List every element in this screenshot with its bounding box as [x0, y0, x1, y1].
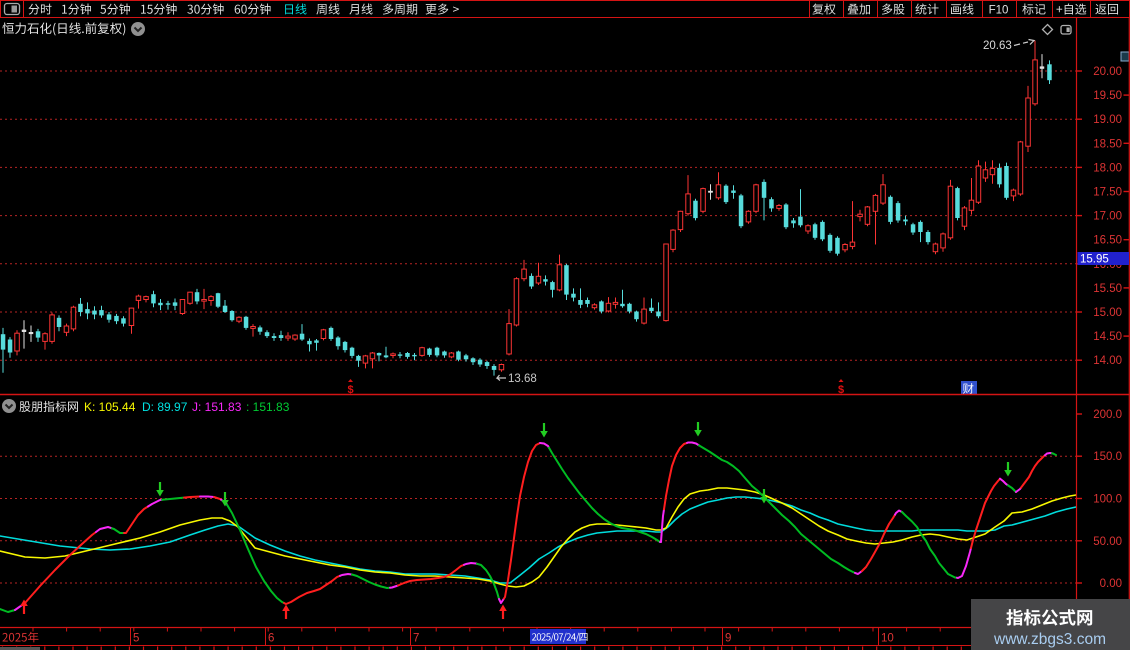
- svg-text:20.00: 20.00: [1093, 66, 1122, 78]
- svg-text:: 151.83: : 151.83: [246, 400, 290, 414]
- svg-text:19.50: 19.50: [1093, 90, 1122, 102]
- svg-text:50.00: 50.00: [1093, 536, 1122, 548]
- svg-text:15.95: 15.95: [1080, 254, 1109, 266]
- svg-text:J: 151.83: J: 151.83: [192, 400, 242, 414]
- svg-text:17.50: 17.50: [1093, 187, 1122, 199]
- svg-text:www.zbgs3.com: www.zbgs3.com: [993, 631, 1106, 648]
- svg-text:14.00: 14.00: [1093, 355, 1122, 367]
- svg-text:10: 10: [881, 633, 894, 645]
- svg-text:15.50: 15.50: [1093, 283, 1122, 295]
- svg-text:18.50: 18.50: [1093, 138, 1122, 150]
- svg-text:16.50: 16.50: [1093, 235, 1122, 247]
- svg-text:7: 7: [413, 633, 419, 645]
- svg-text:13.68: 13.68: [508, 373, 537, 385]
- svg-text:200.0: 200.0: [1093, 409, 1122, 421]
- svg-text:19.00: 19.00: [1093, 114, 1122, 126]
- svg-text:5: 5: [133, 633, 139, 645]
- svg-text:F10: F10: [989, 4, 1009, 16]
- svg-text:20.63: 20.63: [983, 40, 1012, 52]
- svg-text:9: 9: [725, 633, 731, 645]
- svg-text:18.00: 18.00: [1093, 162, 1122, 174]
- svg-text:D: 89.97: D: 89.97: [142, 400, 188, 414]
- svg-text:100.0: 100.0: [1093, 494, 1122, 506]
- svg-text:K: 105.44: K: 105.44: [84, 400, 136, 414]
- svg-text:17.00: 17.00: [1093, 211, 1122, 223]
- svg-text:14.50: 14.50: [1093, 331, 1122, 343]
- svg-text:0.00: 0.00: [1100, 578, 1122, 590]
- svg-text:150.0: 150.0: [1093, 451, 1122, 463]
- svg-text:6: 6: [268, 633, 274, 645]
- svg-text:15.00: 15.00: [1093, 307, 1122, 319]
